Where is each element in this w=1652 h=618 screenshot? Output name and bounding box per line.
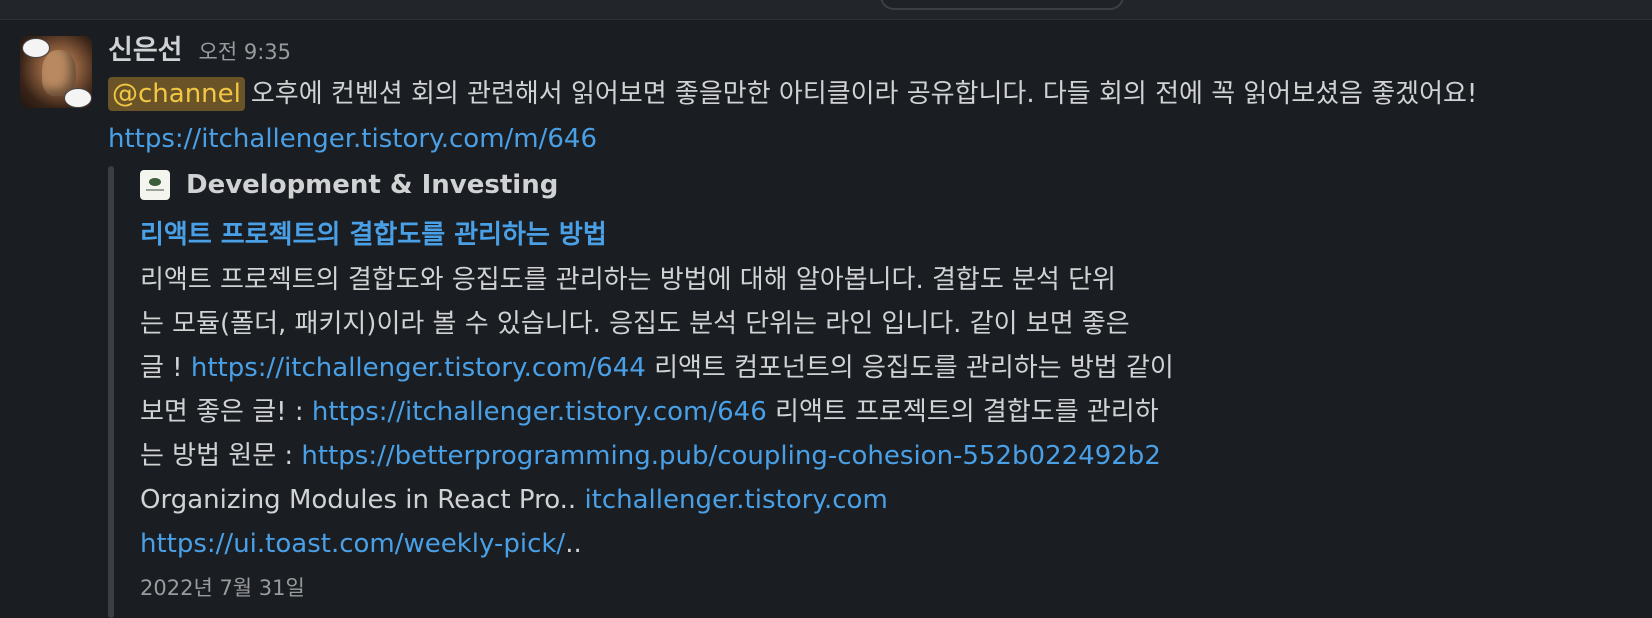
message-text: 오후에 컨벤션 회의 관련해서 읽어보면 좋을만한 아티클이라 공유합니다. 다… (250, 79, 1478, 109)
body-link[interactable]: https://itchallenger.tistory.com/646 (312, 397, 767, 427)
message-link[interactable]: https://itchallenger.tistory.com/m/646 (108, 124, 597, 154)
attachment-body-line: 는 모듈(폴더, 패키지)이라 볼 수 있습니다. 응집도 분석 단위는 라인 … (140, 309, 1130, 339)
avatar-speech-bubble (64, 88, 92, 108)
message-header: 신은선 오전 9:35 (108, 28, 291, 68)
scroll-pill[interactable] (880, 0, 1124, 10)
body-text: Organizing Modules in React Pro.. (140, 485, 585, 515)
body-link[interactable]: itchallenger.tistory.com (584, 485, 887, 515)
message-text-line: @channel 오후에 컨벤션 회의 관련해서 읽어보면 좋을만한 아티클이라 … (108, 72, 1648, 116)
attachment-source-name: Development & Investing (186, 170, 559, 200)
attachment-body-line: 글 ! https://itchallenger.tistory.com/644… (140, 346, 1174, 390)
body-link[interactable]: https://ui.toast.com/weekly-pick/ (140, 529, 565, 559)
attachment-body-line: 보면 좋은 글! : https://itchallenger.tistory.… (140, 390, 1159, 434)
attachment-source: Development & Investing (140, 170, 558, 200)
site-favicon-icon (140, 170, 170, 200)
attachment-body-line: 리액트 프로젝트의 결합도와 응집도를 관리하는 방법에 대해 알아봅니다. 결… (140, 265, 1116, 295)
author-name[interactable]: 신은선 (108, 28, 183, 67)
top-strip (0, 0, 1652, 20)
body-text: 는 방법 원문 : (140, 441, 302, 471)
body-text: .. (565, 529, 582, 559)
body-text: 리액트 컴포넌트의 응집도를 관리하는 방법 같이 (645, 353, 1174, 383)
body-link[interactable]: https://betterprogramming.pub/coupling-c… (301, 441, 1160, 471)
message-link-line: https://itchallenger.tistory.com/m/646 (108, 117, 597, 161)
attachment-body-line: Organizing Modules in React Pro.. itchal… (140, 478, 888, 522)
body-link[interactable]: https://itchallenger.tistory.com/644 (191, 353, 646, 383)
attachment-title-link[interactable]: 리액트 프로젝트의 결합도를 관리하는 방법 (140, 214, 607, 251)
avatar[interactable] (20, 36, 92, 108)
attachment-body-line: 는 방법 원문 : https://betterprogramming.pub/… (140, 434, 1161, 478)
attachment-date: 2022년 7월 31일 (140, 576, 305, 600)
attachment-body-line: https://ui.toast.com/weekly-pick/.. (140, 522, 582, 566)
body-text: 보면 좋은 글! : (140, 397, 312, 427)
attachment-bar (108, 166, 114, 618)
channel-mention[interactable]: @channel (108, 77, 245, 111)
message-timestamp[interactable]: 오전 9:35 (199, 36, 291, 66)
body-text: 리액트 프로젝트의 결합도를 관리하 (766, 397, 1159, 427)
body-text: 글 ! (140, 353, 191, 383)
